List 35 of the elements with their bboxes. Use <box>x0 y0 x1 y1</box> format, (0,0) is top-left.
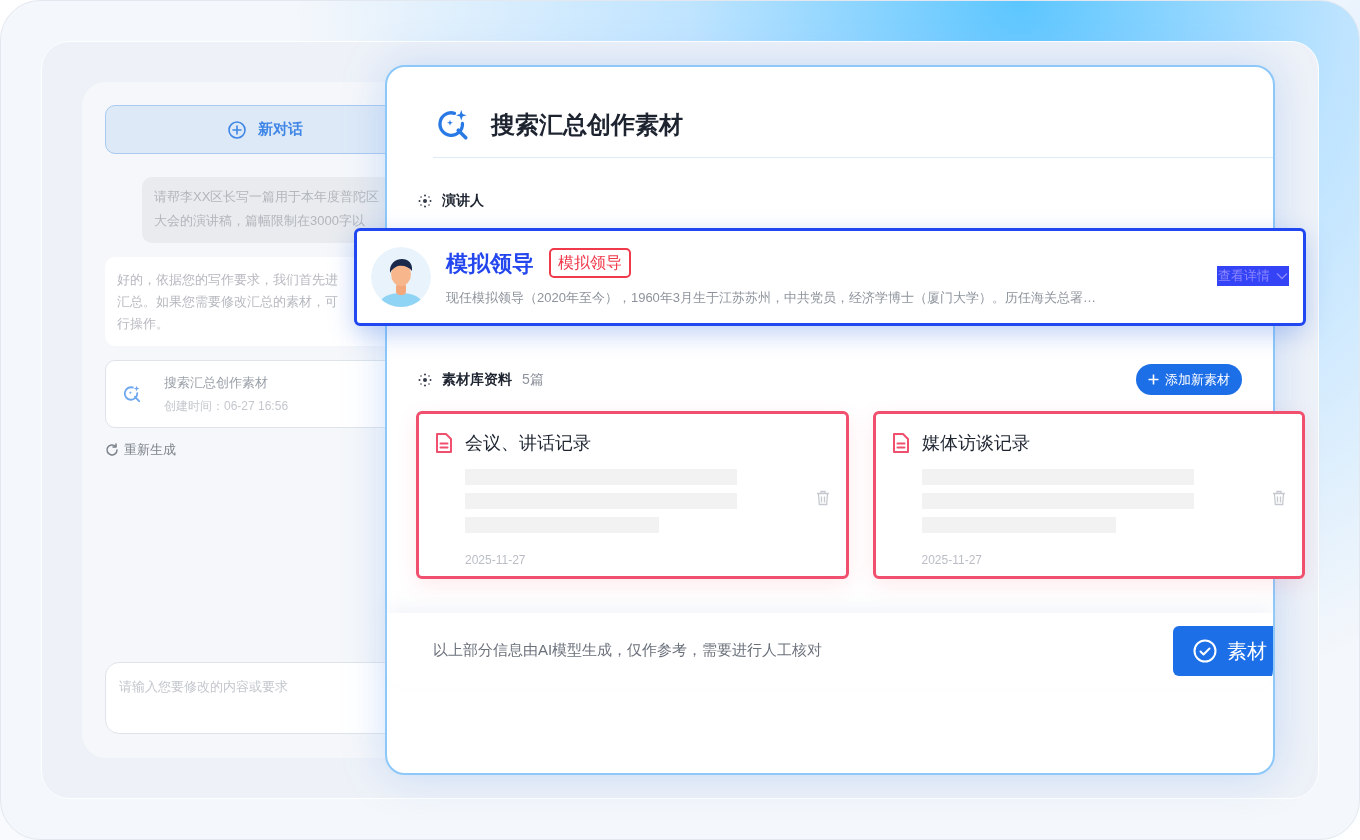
sparkle-icon <box>418 193 432 208</box>
reply-text-line: 汇总。如果您需要修改汇总的素材，可 <box>117 293 338 311</box>
material-count: 5篇 <box>522 370 544 389</box>
material-card[interactable]: 媒体访谈记录 2025-11-27 <box>872 411 1305 579</box>
speaker-name: 模拟领导 <box>446 249 534 278</box>
dialog-title: 搜索汇总创作素材 <box>491 110 683 140</box>
check-circle-icon <box>1193 638 1217 663</box>
search-sparkle-icon <box>122 384 142 404</box>
speaker-bio: 现任模拟领导（2020年至今），1960年3月生于江苏苏州，中共党员，经济学博士（厦门大学）。历任海关总署… <box>446 288 1098 307</box>
section-label: 素材库资料 <box>442 370 512 389</box>
material-title: 会议、讲话记录 <box>465 432 591 455</box>
avatar <box>371 247 431 307</box>
document-icon <box>891 433 910 454</box>
reply-text-line: 行操作。 <box>117 315 169 333</box>
add-material-button[interactable]: 添加新素材 <box>1136 364 1242 395</box>
material-date: 2025-11-27 <box>921 552 983 569</box>
document-icon <box>435 433 453 454</box>
section-label: 演讲人 <box>442 191 484 210</box>
disclaimer-text: 以上部分信息由AI模型生成，仅作参考，需要进行人工核对 <box>433 640 824 661</box>
sparkle-icon <box>418 372 432 387</box>
trash-icon[interactable] <box>1272 490 1286 506</box>
regenerate-button[interactable]: 重新生成 <box>105 440 176 460</box>
task-title: 搜索汇总创作素材 <box>164 374 269 393</box>
plus-circle-icon <box>227 120 246 139</box>
speaker-card[interactable]: 模拟领导 模拟领导 现任模拟领导（2020年至今），1960年3月生于江苏苏州，中共党员，经济学博士（厦门大学）。历任海关总署… 查看详情 <box>354 228 1306 326</box>
trash-icon[interactable] <box>815 490 830 506</box>
material-title: 媒体访谈记录 <box>921 432 1030 455</box>
refresh-icon <box>105 442 119 457</box>
material-date: 2025-11-27 <box>465 552 527 569</box>
confirm-materials-button[interactable]: 素材 <box>1173 625 1273 676</box>
chevron-down-icon <box>1276 271 1288 280</box>
reply-text-line: 好的，依据您的写作要求，我们首先进 <box>117 271 338 289</box>
speaker-tag: 模拟领导 <box>549 248 631 279</box>
plus-icon <box>1148 374 1159 385</box>
material-card[interactable]: 会议、讲话记录 2025-11-27 <box>416 411 849 579</box>
